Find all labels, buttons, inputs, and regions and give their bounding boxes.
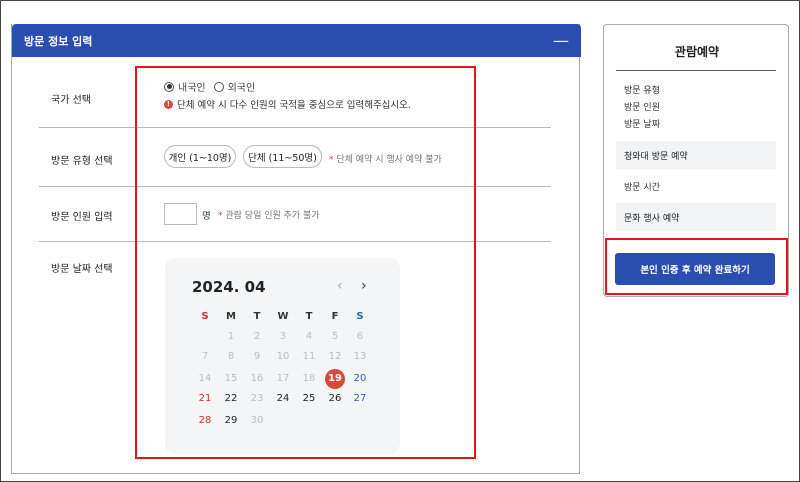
radio-domestic[interactable]: 내국인 bbox=[164, 79, 206, 94]
calendar-day: 30 bbox=[250, 415, 264, 426]
sidebar-band-event-label: 문화 행사 예약 bbox=[624, 214, 680, 224]
country-label: 국가 선택 bbox=[51, 95, 91, 106]
calendar-day: 17 bbox=[276, 373, 290, 384]
calendar-day: 16 bbox=[250, 373, 264, 384]
calendar-day: 5 bbox=[331, 331, 339, 342]
calendar-day[interactable]: 19 bbox=[325, 369, 345, 389]
weekday-header: S bbox=[356, 311, 364, 322]
weekday-header: T bbox=[305, 311, 313, 322]
sidebar-band-reservation: 청와대 방문 예약 bbox=[616, 141, 776, 169]
calendar-day[interactable]: 22 bbox=[221, 389, 241, 409]
date-label: 방문 날짜 선택 bbox=[51, 264, 113, 275]
radio-unchecked-icon[interactable] bbox=[213, 81, 224, 92]
count-unit: 명 bbox=[202, 211, 211, 222]
warning-icon: ! bbox=[164, 99, 173, 109]
calendar-day: 6 bbox=[356, 331, 364, 342]
type-hint-text: 단체 예약 시 행사 예약 불가 bbox=[336, 155, 442, 165]
weekday-header: S bbox=[201, 311, 209, 322]
sidebar-band-reservation-label: 청와대 방문 예약 bbox=[624, 152, 688, 162]
calendar-day[interactable]: 21 bbox=[195, 389, 215, 409]
radio-foreign-label: 외국인 bbox=[227, 83, 256, 94]
individual-type-button[interactable]: 개인 (1~10명) bbox=[164, 145, 236, 168]
sidebar-item-visit-type: 방문 유형 bbox=[624, 86, 660, 96]
calendar-day: 1 bbox=[227, 331, 235, 342]
weekday-header: T bbox=[253, 311, 261, 322]
sidebar-band-event: 문화 행사 예약 bbox=[616, 203, 776, 231]
calendar-day: 7 bbox=[201, 351, 209, 362]
sidebar-item-visit-date: 방문 날짜 bbox=[624, 120, 660, 130]
country-radio-group: 내국인 외국인 bbox=[164, 79, 263, 94]
divider bbox=[39, 186, 551, 187]
sidebar-item-visit-time: 방문 시간 bbox=[624, 183, 660, 193]
calendar-day: 8 bbox=[227, 351, 235, 362]
sidebar-title: 관람예약 bbox=[674, 45, 720, 59]
calendar-day: 23 bbox=[250, 393, 264, 404]
panel-header: 방문 정보 입력 — bbox=[12, 24, 581, 57]
calendar-day: 13 bbox=[353, 351, 367, 362]
country-notice-text: 단체 예약 시 다수 인원의 국적을 중심으로 입력해주십시오. bbox=[177, 100, 411, 111]
next-month-icon[interactable]: › bbox=[361, 278, 367, 294]
count-hint: * 관람 당일 인원 추가 불가 bbox=[218, 208, 320, 221]
calendar-day: 11 bbox=[302, 351, 316, 362]
calendar-day: 14 bbox=[198, 373, 212, 384]
calendar: 2024. 04 ‹ › S M T W T F S 1 2 3 4 5 6 7 8 9 10 11 12 13 14 1… bbox=[165, 258, 400, 454]
type-label: 방문 유형 선택 bbox=[51, 156, 113, 167]
calendar-month: 2024. 04 bbox=[192, 278, 266, 296]
group-type-button[interactable]: 단체 (11~50명) bbox=[243, 145, 322, 168]
calendar-day: 9 bbox=[253, 351, 261, 362]
sidebar-item-visitor-count: 방문 인원 bbox=[624, 103, 660, 113]
country-notice: ! 단체 예약 시 다수 인원의 국적을 중심으로 입력해주십시오. bbox=[164, 97, 411, 111]
calendar-day[interactable]: 24 bbox=[273, 389, 293, 409]
weekday-header: M bbox=[226, 311, 236, 322]
calendar-day[interactable]: 26 bbox=[325, 389, 345, 409]
hint-star: * bbox=[329, 155, 334, 165]
weekday-header: W bbox=[277, 311, 289, 322]
sidebar-divider bbox=[616, 70, 776, 71]
panel-title: 방문 정보 입력 bbox=[24, 34, 93, 48]
radio-domestic-label: 내국인 bbox=[178, 83, 206, 94]
radio-checked-icon[interactable] bbox=[164, 81, 174, 92]
count-label: 방문 인원 입력 bbox=[51, 212, 113, 223]
weekday-header: F bbox=[331, 311, 339, 322]
calendar-day: 2 bbox=[253, 331, 261, 342]
divider bbox=[39, 241, 551, 242]
calendar-day[interactable]: 20 bbox=[350, 369, 370, 389]
calendar-day: 10 bbox=[276, 351, 290, 362]
calendar-day[interactable]: 28 bbox=[195, 411, 215, 431]
type-hint: * 단체 예약 시 행사 예약 불가 bbox=[329, 152, 442, 165]
prev-month-icon[interactable]: ‹ bbox=[337, 278, 343, 294]
calendar-day: 18 bbox=[302, 373, 316, 384]
calendar-day: 12 bbox=[328, 351, 342, 362]
visitor-count-input[interactable] bbox=[164, 203, 197, 225]
calendar-day: 3 bbox=[279, 331, 287, 342]
radio-foreign[interactable]: 외국인 bbox=[213, 79, 256, 94]
calendar-day[interactable]: 27 bbox=[350, 389, 370, 409]
calendar-day[interactable]: 29 bbox=[221, 411, 241, 431]
complete-reservation-button[interactable]: 본인 인증 후 예약 완료하기 bbox=[615, 253, 775, 285]
count-hint-text: 관람 당일 인원 추가 불가 bbox=[225, 211, 320, 221]
divider bbox=[39, 127, 551, 128]
hint-star: * bbox=[218, 211, 223, 221]
calendar-day: 15 bbox=[224, 373, 238, 384]
calendar-day[interactable]: 25 bbox=[299, 389, 319, 409]
calendar-day: 4 bbox=[305, 331, 313, 342]
collapse-icon[interactable]: — bbox=[553, 32, 569, 49]
